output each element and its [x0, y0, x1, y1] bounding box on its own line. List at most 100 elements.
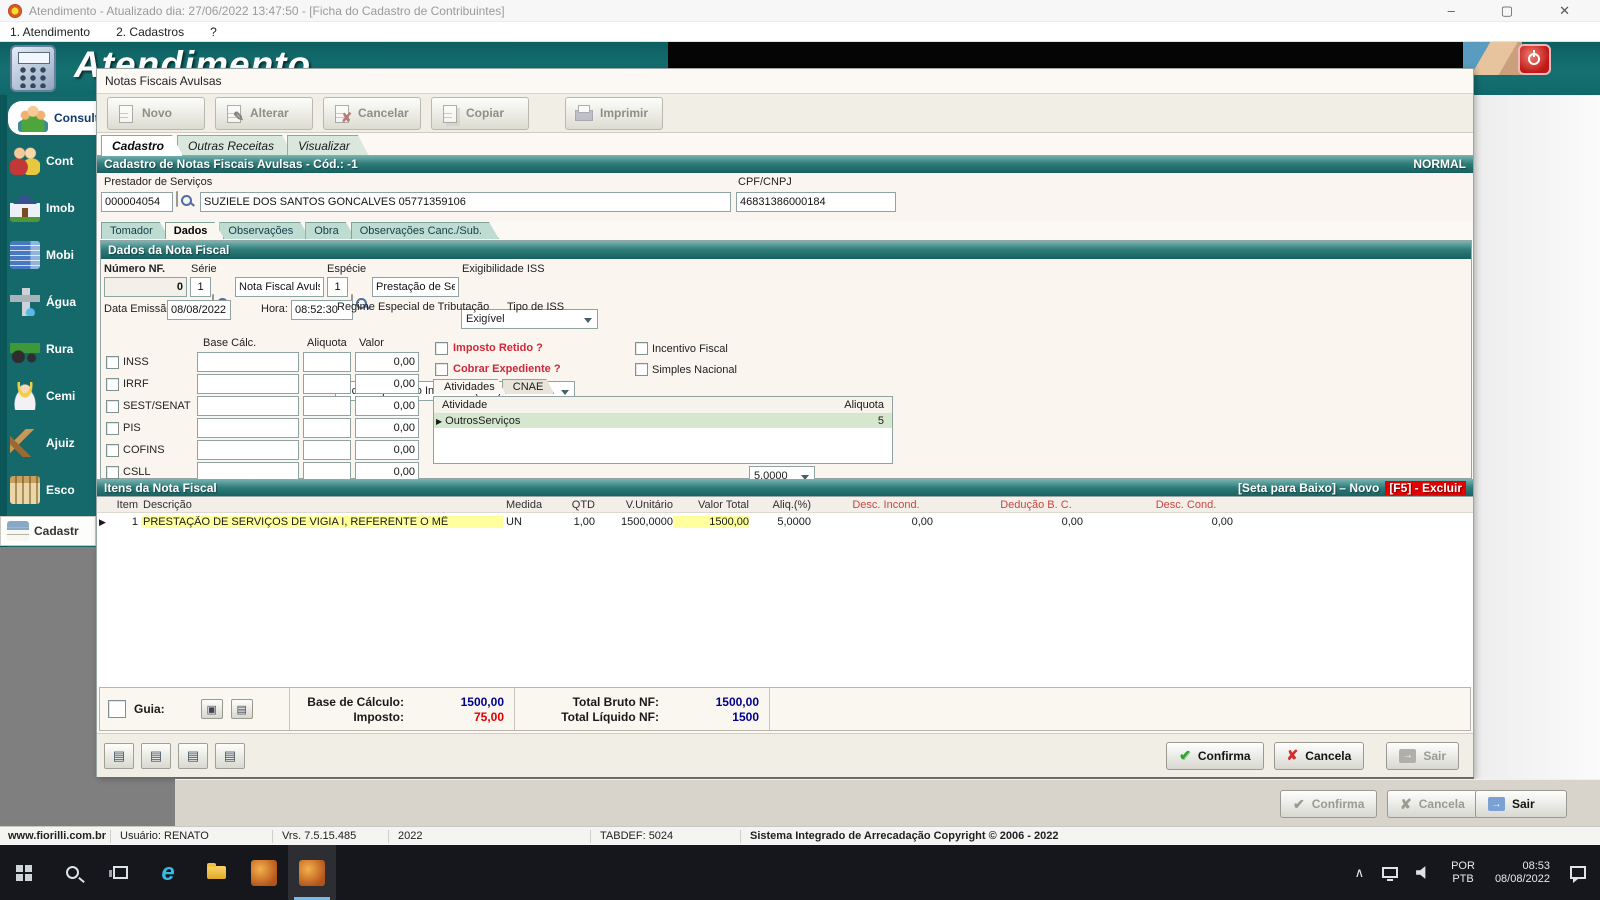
pis-checkbox[interactable] [106, 421, 119, 435]
nav-prev-button[interactable]: ▤ [141, 742, 171, 769]
prestador-code-input[interactable] [101, 192, 173, 212]
tray-expand-icon[interactable]: ∧ [1346, 865, 1374, 881]
network-icon[interactable] [1382, 867, 1399, 881]
nav-first-button[interactable]: ▤ [104, 742, 134, 769]
irrf-aliquota-input[interactable] [303, 374, 351, 394]
csll-checkbox[interactable] [106, 465, 119, 479]
app-button-1[interactable] [240, 845, 288, 900]
imposto-retido-checkbox[interactable] [435, 342, 448, 355]
menu-atendimento[interactable]: 1. Atendimento [10, 25, 90, 39]
speaker-icon[interactable] [1416, 866, 1426, 879]
sest-valor-input[interactable] [355, 396, 419, 416]
tab-cnae[interactable]: CNAE [502, 379, 555, 394]
maximize-icon[interactable]: ▢ [1501, 3, 1513, 19]
nav-next-button[interactable]: ▤ [178, 742, 208, 769]
cofins-checkbox[interactable] [106, 443, 119, 457]
nav-last-button[interactable]: ▤ [215, 742, 245, 769]
minimize-icon[interactable]: – [1448, 3, 1455, 19]
prestador-search-icon[interactable] [176, 191, 178, 207]
cell-descricao: PRESTAÇÃO DE SERVIÇOS DE VIGIA I, REFERE… [141, 515, 503, 528]
serie-desc-input[interactable] [235, 277, 324, 297]
tab-atividades[interactable]: Atividades [433, 379, 506, 394]
power-exit-button[interactable] [1518, 44, 1551, 75]
inss-valor-input[interactable] [355, 352, 419, 372]
cofins-aliquota-input[interactable] [303, 440, 351, 460]
sidebar-item-contribuinte[interactable]: Cont [0, 137, 96, 184]
simples-nacional-checkbox[interactable] [635, 363, 648, 376]
task-view-icon [108, 866, 128, 879]
parent-sair-button[interactable]: → Sair [1475, 790, 1567, 818]
edge-button[interactable] [144, 845, 192, 900]
sidebar-item-rural[interactable]: Rura [0, 325, 96, 372]
sidebar-item-cadastro[interactable]: Cadastr [0, 516, 96, 546]
cofins-base-input[interactable] [197, 440, 299, 460]
pis-base-input[interactable] [197, 418, 299, 438]
close-icon[interactable]: ✕ [1559, 3, 1570, 19]
cancelar-button[interactable]: Cancelar [323, 96, 421, 130]
taskbar-search-button[interactable] [48, 845, 96, 900]
especie-desc-input[interactable] [372, 277, 459, 297]
inss-aliquota-input[interactable] [303, 352, 351, 372]
menu-cadastros[interactable]: 2. Cadastros [116, 25, 184, 39]
sidebar-item-imobiliario[interactable]: Imob [0, 184, 96, 231]
sidebar-item-agua[interactable]: Água [0, 278, 96, 325]
tab-dados[interactable]: Dados [165, 222, 225, 239]
inss-checkbox[interactable] [106, 355, 119, 369]
tab-tomador[interactable]: Tomador [101, 222, 170, 239]
especie-input[interactable] [327, 277, 348, 297]
tab-cadastro[interactable]: Cadastro [101, 135, 183, 156]
sest-aliquota-input[interactable] [303, 396, 351, 416]
notification-icon[interactable] [1570, 866, 1586, 883]
sidebar-item-ajuizamento[interactable]: Ajuiz [0, 419, 96, 466]
irrf-base-input[interactable] [197, 374, 299, 394]
tab-observacoes[interactable]: Observações [219, 222, 310, 239]
guia-print-button[interactable]: ▤ [230, 699, 253, 719]
guia-view-button[interactable]: ▣ [200, 699, 223, 719]
irrf-valor-input[interactable] [355, 374, 419, 394]
app-button-atendimento[interactable] [288, 845, 336, 900]
imprimir-button[interactable]: Imprimir [565, 96, 663, 130]
sidebar-item-escola[interactable]: Esco [0, 466, 96, 513]
sidebar-item-cemiterio[interactable]: Cemi [0, 372, 96, 419]
parent-cancela-button[interactable]: ✘ Cancela [1387, 790, 1478, 818]
sidebar-item-mobiliario[interactable]: Mobi [0, 231, 96, 278]
sest-checkbox[interactable] [106, 399, 119, 413]
sair-button-disabled[interactable]: → Sair [1386, 741, 1459, 770]
tab-obra[interactable]: Obra [305, 222, 355, 239]
cancela-button[interactable]: ✘ Cancela [1273, 741, 1365, 770]
menu-help[interactable]: ? [210, 25, 217, 39]
tab-visualizar[interactable]: Visualizar [287, 135, 369, 156]
status-site[interactable]: www.fiorilli.com.br [8, 830, 106, 842]
novo-button[interactable]: Novo [107, 96, 205, 130]
incentivo-fiscal-checkbox[interactable] [635, 342, 648, 355]
irrf-checkbox[interactable] [106, 377, 119, 391]
file-explorer-button[interactable] [192, 845, 240, 900]
edge-icon [161, 861, 174, 885]
prestador-name-input[interactable] [200, 192, 731, 212]
cofins-valor-input[interactable] [355, 440, 419, 460]
serie-input[interactable] [190, 277, 211, 297]
confirma-button[interactable]: ✔ Confirma [1166, 741, 1264, 770]
sest-base-input[interactable] [197, 396, 299, 416]
language-indicator[interactable]: POR PTB [1441, 860, 1485, 886]
cobrar-expediente-checkbox[interactable] [435, 363, 448, 376]
tab-outras-receitas[interactable]: Outras Receitas [177, 135, 293, 156]
atividade-row[interactable]: OutrosServiços 5 [434, 414, 892, 428]
start-button[interactable] [0, 845, 48, 900]
pis-valor-input[interactable] [355, 418, 419, 438]
guia-checkbox[interactable] [108, 700, 126, 718]
item-row[interactable]: 1 PRESTAÇÃO DE SERVIÇOS DE VIGIA I, REFE… [97, 513, 1473, 530]
cpf-cnpj-input[interactable] [736, 192, 896, 212]
data-emissao-input[interactable] [167, 300, 231, 320]
inss-base-input[interactable] [197, 352, 299, 372]
clock[interactable]: 08:53 08/08/2022 [1485, 860, 1560, 886]
task-view-button[interactable] [96, 845, 144, 900]
copiar-button[interactable]: Copiar [431, 96, 529, 130]
parent-confirma-button[interactable]: ✔ Confirma [1280, 790, 1378, 818]
numero-nf-input[interactable] [104, 277, 187, 297]
tab-observacoes-canc[interactable]: Observações Canc./Sub. [351, 222, 499, 239]
alterar-button[interactable]: Alterar [215, 96, 313, 130]
window-titlebar: Atendimento - Atualizado dia: 27/06/2022… [0, 0, 1600, 22]
sidebar-item-consulta[interactable]: Consulta [8, 101, 105, 135]
pis-aliquota-input[interactable] [303, 418, 351, 438]
